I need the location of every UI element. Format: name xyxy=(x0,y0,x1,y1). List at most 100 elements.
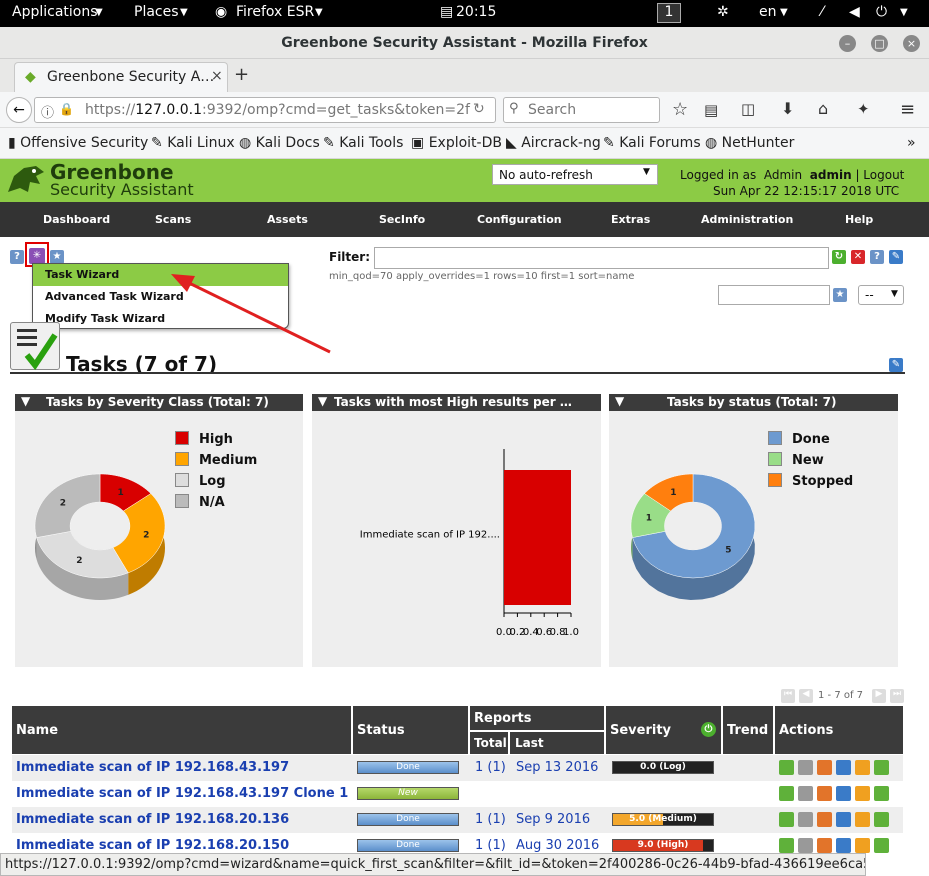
close-tab-icon[interactable]: × xyxy=(211,68,223,84)
menu-help[interactable]: Help xyxy=(845,213,873,226)
bookmark-kali-docs[interactable]: ◍ Kali Docs xyxy=(239,135,320,151)
last-report-link[interactable]: Aug 30 2016 xyxy=(516,838,599,853)
bookmark-kali-linux[interactable]: ✎ Kali Linux xyxy=(151,135,235,151)
export-icon[interactable] xyxy=(874,760,889,775)
reload-icon[interactable]: ↻ xyxy=(473,101,485,117)
reading-list-icon[interactable]: ▤ xyxy=(704,101,718,119)
trash-icon[interactable] xyxy=(817,838,832,853)
resume-icon[interactable] xyxy=(798,812,813,827)
auto-refresh-select[interactable]: No auto-refresh ▼ xyxy=(492,164,658,185)
extension-icon[interactable]: ✦ xyxy=(857,100,870,118)
panel-severity-header[interactable]: ▼ Tasks by Severity Class (Total: 7) xyxy=(15,394,303,411)
col-last[interactable]: Last xyxy=(510,732,604,754)
prev-page-icon[interactable]: ◀ xyxy=(799,689,813,703)
last-report-link[interactable]: Sep 13 2016 xyxy=(516,760,598,775)
report-count-link[interactable]: 1 (1) xyxy=(475,838,506,853)
refresh-filter-icon[interactable]: ↻ xyxy=(832,250,846,264)
panel-high-results-header[interactable]: ▼ Tasks with most High results per … xyxy=(312,394,601,411)
edit-icon[interactable] xyxy=(836,760,851,775)
collapse-icon[interactable]: ▼ xyxy=(21,394,30,408)
pocket-icon[interactable]: ◫ xyxy=(741,100,755,118)
bookmark-aircrack-ng[interactable]: ◣ Aircrack-ng xyxy=(506,135,601,151)
bookmark-offensive-security[interactable]: ▮ Offensive Security xyxy=(8,135,148,151)
bookmark-star-icon[interactable]: ☆ xyxy=(672,99,688,120)
next-page-icon[interactable]: ▶ xyxy=(872,689,886,703)
volume-icon[interactable]: ◀ xyxy=(849,4,860,20)
wizard-icon[interactable]: ✳ xyxy=(29,248,45,264)
clone-icon[interactable] xyxy=(855,760,870,775)
export-icon[interactable] xyxy=(874,838,889,853)
reset-filter-icon[interactable]: ✕ xyxy=(851,250,865,264)
last-page-icon[interactable]: ⏭ xyxy=(890,689,904,703)
col-trend[interactable]: Trend xyxy=(723,706,773,754)
save-filter-star-icon[interactable]: ★ xyxy=(833,288,847,302)
help-icon[interactable]: ? xyxy=(10,250,24,264)
severity-refresh-icon[interactable]: ⏻ xyxy=(701,722,716,737)
hamburger-menu-icon[interactable]: ≡ xyxy=(900,99,915,120)
bookmark-kali-tools[interactable]: ✎ Kali Tools xyxy=(323,135,403,151)
menu-assets[interactable]: Assets xyxy=(267,213,308,226)
edit-filter-icon[interactable]: ✎ xyxy=(889,250,903,264)
resume-icon[interactable] xyxy=(798,838,813,853)
accessibility-icon[interactable]: ✲ xyxy=(717,4,729,20)
panel-status-header[interactable]: ▼ Tasks by status (Total: 7) xyxy=(609,394,898,411)
language-menu[interactable]: en xyxy=(759,4,777,20)
start-icon[interactable] xyxy=(779,786,794,801)
power-icon[interactable]: ⏻ xyxy=(876,4,887,20)
new-task-star-icon[interactable]: ★ xyxy=(50,250,64,264)
export-icon[interactable] xyxy=(874,812,889,827)
trash-icon[interactable] xyxy=(817,812,832,827)
edit-icon[interactable] xyxy=(836,786,851,801)
bookmarks-overflow-icon[interactable]: » xyxy=(907,135,916,151)
export-icon[interactable] xyxy=(874,786,889,801)
start-icon[interactable] xyxy=(779,838,794,853)
close-button[interactable]: × xyxy=(903,35,920,52)
bookmark-kali-forums[interactable]: ✎ Kali Forums xyxy=(603,135,701,151)
collapse-icon[interactable]: ▼ xyxy=(615,394,624,408)
lock-warning-icon[interactable]: 🔒 xyxy=(59,102,74,116)
last-report-link[interactable]: Sep 9 2016 xyxy=(516,812,590,827)
col-total[interactable]: Total xyxy=(470,732,508,754)
bookmark-nethunter[interactable]: ◍ NetHunter xyxy=(705,135,794,151)
task-name-link[interactable]: Immediate scan of IP 192.168.20.150 xyxy=(16,838,289,853)
col-status[interactable]: Status xyxy=(353,706,468,754)
search-box[interactable]: ⚲ Search xyxy=(503,97,660,123)
menu-extras[interactable]: Extras xyxy=(611,213,650,226)
clock[interactable]: 20:15 xyxy=(456,4,496,20)
collapse-icon[interactable]: ▼ xyxy=(318,394,327,408)
clone-icon[interactable] xyxy=(855,786,870,801)
task-name-link[interactable]: Immediate scan of IP 192.168.43.197 xyxy=(16,760,289,775)
task-name-link[interactable]: Immediate scan of IP 192.168.43.197 Clon… xyxy=(16,786,348,801)
task-name-link[interactable]: Immediate scan of IP 192.168.20.136 xyxy=(16,812,289,827)
resume-icon[interactable] xyxy=(798,760,813,775)
start-icon[interactable] xyxy=(779,812,794,827)
col-severity[interactable]: Severity ⏻ xyxy=(606,706,721,754)
edit-icon[interactable] xyxy=(836,838,851,853)
col-name[interactable]: Name xyxy=(12,706,351,754)
edit-icon[interactable] xyxy=(836,812,851,827)
clone-icon[interactable] xyxy=(855,838,870,853)
menu-configuration[interactable]: Configuration xyxy=(477,213,562,226)
trash-icon[interactable] xyxy=(817,760,832,775)
menu-dashboard[interactable]: Dashboard xyxy=(43,213,110,226)
logout-link[interactable]: Logout xyxy=(863,168,904,182)
filter-name-input[interactable] xyxy=(718,285,830,305)
applications-menu[interactable]: Applications xyxy=(12,4,98,20)
tab-greenbone[interactable]: ◆ Greenbone Security A… × xyxy=(14,62,228,92)
resume-icon[interactable] xyxy=(798,786,813,801)
first-page-icon[interactable]: ⏮ xyxy=(781,689,795,703)
filter-input[interactable] xyxy=(374,247,829,269)
download-icon[interactable]: ⬇ xyxy=(781,99,794,118)
start-icon[interactable] xyxy=(779,760,794,775)
menu-secinfo[interactable]: SecInfo xyxy=(379,213,425,226)
bookmark-exploit-db[interactable]: ▣ Exploit-DB xyxy=(411,135,502,151)
menu-scans[interactable]: Scans xyxy=(155,213,191,226)
places-menu[interactable]: Places xyxy=(134,4,179,20)
filter-help-icon[interactable]: ? xyxy=(870,250,884,264)
menu-administration[interactable]: Administration xyxy=(701,213,793,226)
report-count-link[interactable]: 1 (1) xyxy=(475,812,506,827)
report-count-link[interactable]: 1 (1) xyxy=(475,760,506,775)
info-icon[interactable]: ⓘ xyxy=(41,102,54,121)
clone-icon[interactable] xyxy=(855,812,870,827)
app-menu-firefox[interactable]: Firefox ESR xyxy=(236,4,314,20)
